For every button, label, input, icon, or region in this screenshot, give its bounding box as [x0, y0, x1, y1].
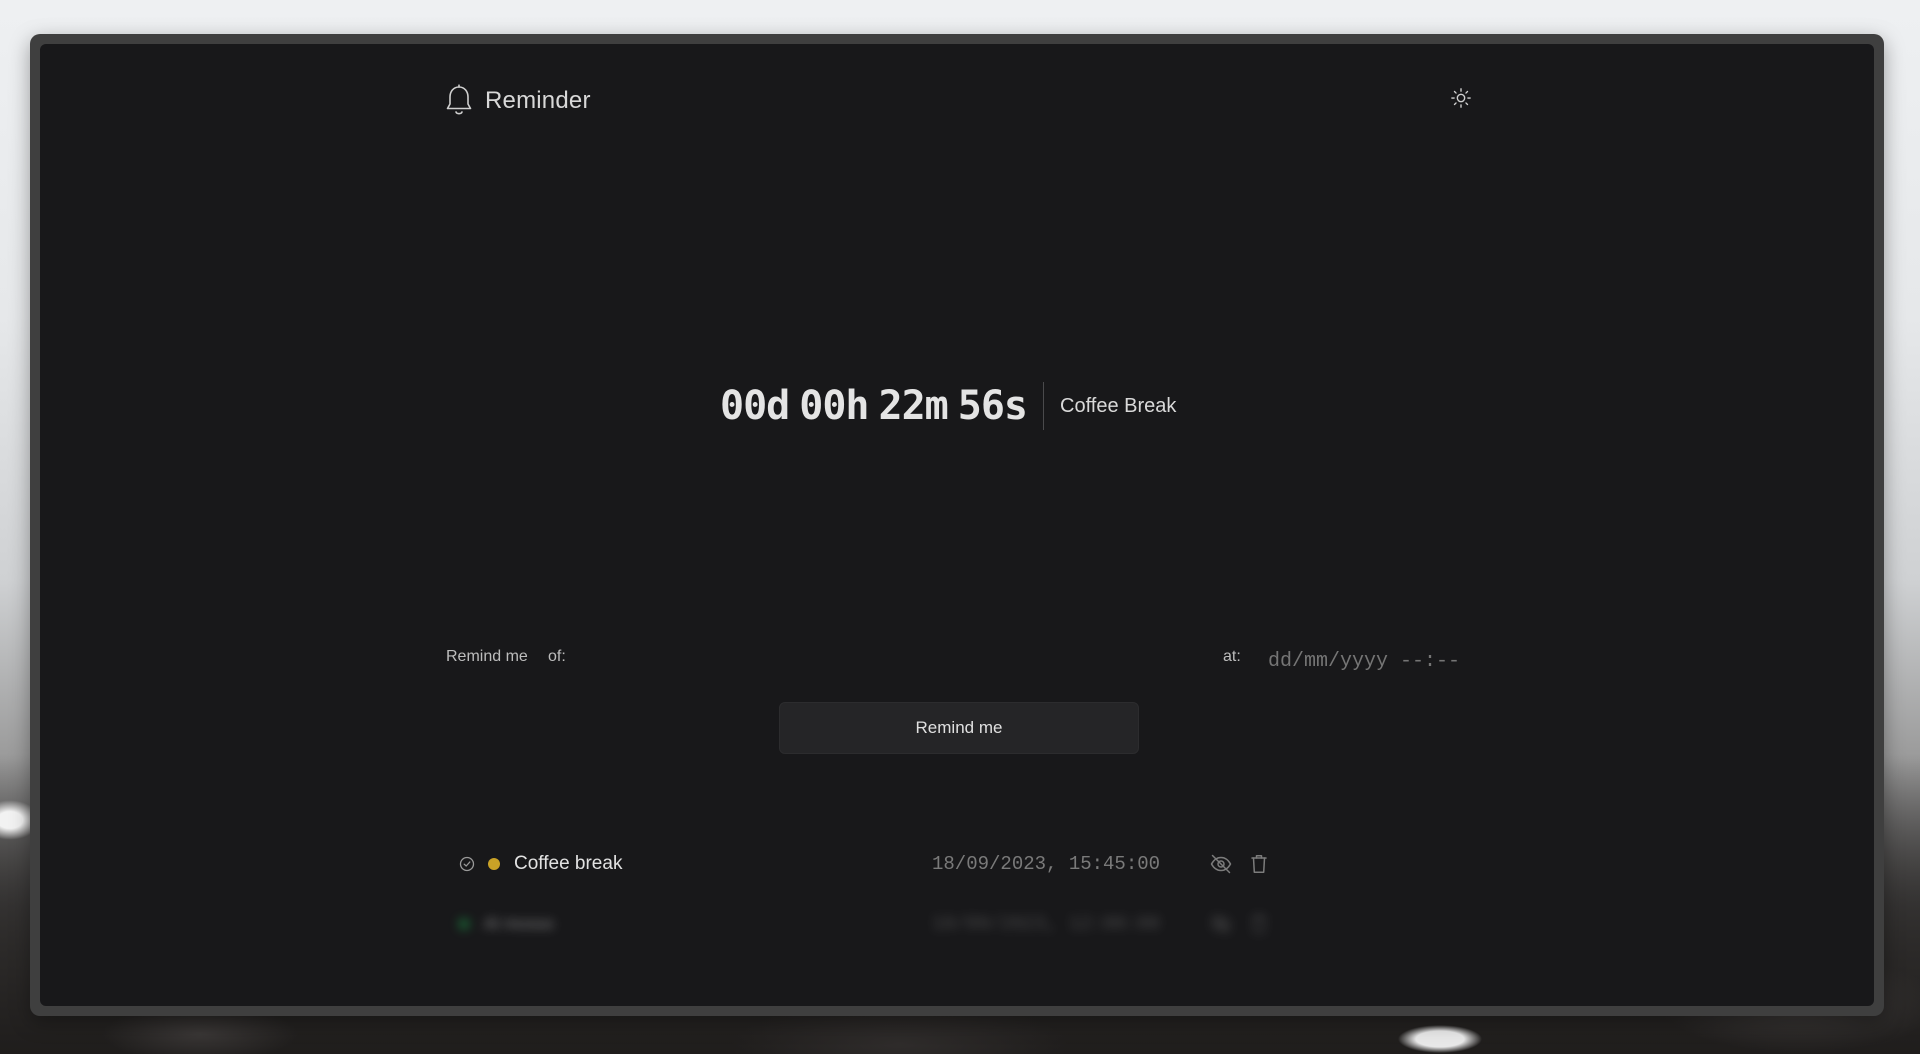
countdown-hours: 00h — [799, 383, 869, 429]
app-brand: Reminder — [445, 84, 591, 118]
sun-icon — [1451, 88, 1471, 108]
bell-icon — [446, 84, 472, 115]
reminder-title: Coffee break — [514, 853, 623, 874]
app-window: Reminder 00d 00h 22m 56s Coffee Break Re… — [40, 44, 1874, 1006]
app-window-frame: Reminder 00d 00h 22m 56s Coffee Break Re… — [30, 34, 1884, 1016]
delete-reminder-button[interactable] — [1246, 851, 1272, 877]
of-label: of: — [548, 648, 566, 665]
reminder-row[interactable]: Al mosso 18/09/2023, 12:00:00 — [458, 900, 1278, 948]
status-dot — [488, 858, 500, 870]
trash-icon — [1251, 915, 1267, 933]
eye-off-icon — [1210, 914, 1232, 934]
countdown-divider — [1043, 382, 1044, 430]
reminder-row[interactable]: Coffee break 18/09/2023, 15:45:00 — [458, 840, 1278, 888]
datetime-input[interactable] — [1266, 644, 1510, 678]
countdown-seconds: 56s — [957, 383, 1028, 429]
check-circle-icon[interactable] — [458, 855, 476, 873]
countdown-days: 00d — [720, 383, 790, 429]
theme-toggle-button[interactable] — [1443, 80, 1479, 116]
app-title: Reminder — [485, 87, 591, 114]
reminder-name-input[interactable] — [586, 640, 1190, 678]
reminder-list: Coffee break 18/09/2023, 15:45:00 Al mos… — [458, 840, 1278, 948]
status-dot — [458, 918, 470, 930]
countdown-minutes: 22m — [878, 383, 949, 429]
trash-icon — [1251, 855, 1267, 873]
eye-off-icon — [1210, 854, 1232, 874]
remind-me-label: Remind me — [446, 648, 528, 665]
reminder-title: Al mosso — [484, 914, 554, 933]
remind-me-button[interactable]: Remind me — [779, 702, 1139, 754]
countdown: 00d 00h 22m 56s Coffee Break — [720, 366, 1176, 446]
reminder-form: Remind me of: at: — [446, 640, 1510, 680]
hide-reminder-button[interactable] — [1208, 911, 1234, 937]
countdown-timer: 00d 00h 22m 56s — [720, 383, 1028, 429]
delete-reminder-button[interactable] — [1246, 911, 1272, 937]
reminder-datetime: 18/09/2023, 15:45:00 — [932, 853, 1161, 875]
hide-reminder-button[interactable] — [1208, 851, 1234, 877]
countdown-label: Coffee Break — [1060, 394, 1177, 417]
at-label: at: — [1223, 648, 1241, 665]
reminder-datetime: 18/09/2023, 12:00:00 — [932, 913, 1161, 935]
